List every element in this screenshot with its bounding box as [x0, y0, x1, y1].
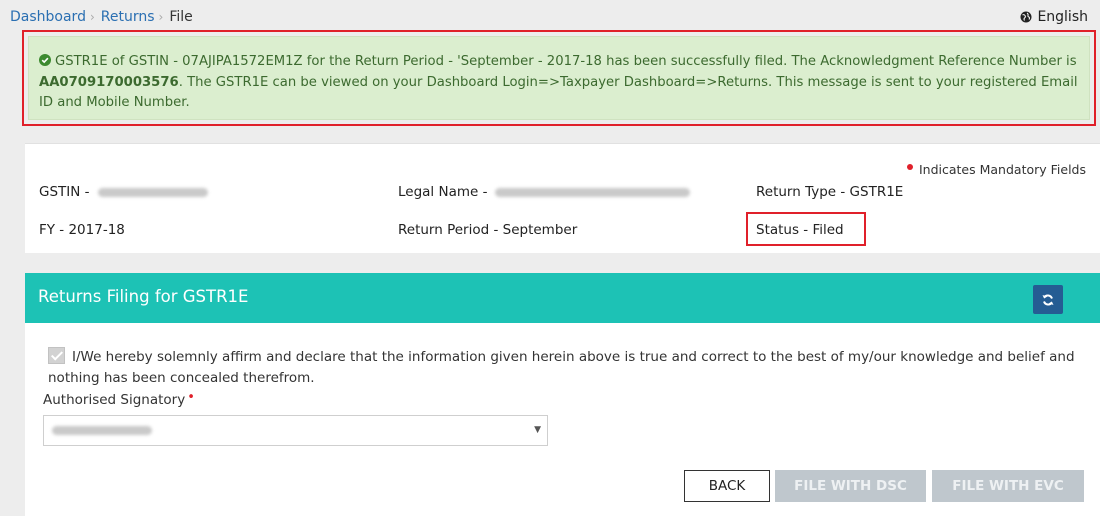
breadcrumb-separator-icon: › [89, 10, 95, 24]
authorised-signatory-label: Authorised Signatory • [43, 390, 195, 408]
authorised-signatory-select[interactable]: ▼ [43, 415, 548, 446]
required-marker: • [187, 390, 195, 405]
signatory-redacted [52, 426, 152, 435]
refresh-button[interactable] [1033, 285, 1063, 314]
ack-reference-number: AA0709170003576 [39, 74, 179, 90]
legal-name-redacted [495, 187, 691, 197]
return-type: Return Type - GSTR1E [756, 184, 904, 200]
back-button[interactable]: BACK [684, 470, 770, 502]
alert-text-1: GSTR1E of GSTIN - 07AJIPA1572EM1Z for th… [55, 54, 1077, 69]
declaration-checkbox[interactable] [48, 347, 65, 364]
check-circle-icon [39, 54, 51, 66]
breadcrumb-current: File [169, 9, 193, 25]
globe-icon [1020, 11, 1032, 23]
language-label: English [1037, 9, 1088, 25]
legal-name-field: Legal Name - [398, 184, 691, 200]
breadcrumb-separator-icon: › [158, 10, 164, 24]
breadcrumb-returns[interactable]: Returns [101, 9, 155, 25]
success-highlight: GSTR1E of GSTIN - 07AJIPA1572EM1Z for th… [22, 30, 1096, 126]
mandatory-note-text: Indicates Mandatory Fields [918, 162, 1086, 177]
returns-filing-header: Returns Filing for GSTR1E [25, 273, 1100, 323]
language-selector[interactable]: English [1020, 9, 1088, 25]
breadcrumb-dashboard[interactable]: Dashboard [10, 9, 86, 25]
financial-year: FY - 2017-18 [39, 222, 125, 238]
signatory-label-text: Authorised Signatory [43, 392, 186, 408]
file-with-dsc-button[interactable]: FILE WITH DSC [775, 470, 926, 502]
dropdown-caret-icon: ▼ [534, 425, 541, 435]
return-status: Status - Filed [756, 222, 844, 238]
return-period: Return Period - September [398, 222, 578, 238]
file-with-evc-button[interactable]: FILE WITH EVC [932, 470, 1084, 502]
gstin-field: GSTIN - [39, 184, 208, 200]
gstin-label: GSTIN - [39, 184, 90, 200]
mandatory-note: Indicates Mandatory Fields [906, 162, 1086, 177]
panel-title: Returns Filing for GSTR1E [38, 287, 249, 306]
declaration: I/We hereby solemnly affirm and declare … [48, 347, 1078, 389]
legal-name-label: Legal Name - [398, 184, 488, 200]
success-alert: GSTR1E of GSTIN - 07AJIPA1572EM1Z for th… [28, 36, 1090, 120]
breadcrumb: Dashboard › Returns › File [10, 9, 193, 25]
required-dot-icon [906, 163, 913, 170]
return-info-card: Indicates Mandatory Fields GSTIN - Legal… [25, 143, 1100, 253]
alert-text-2: . The GSTR1E can be viewed on your Dashb… [39, 74, 1078, 111]
gstin-redacted [97, 187, 208, 197]
refresh-icon [1042, 294, 1054, 305]
declaration-text: I/We hereby solemnly affirm and declare … [48, 349, 1075, 386]
returns-filing-body: I/We hereby solemnly affirm and declare … [25, 323, 1100, 516]
